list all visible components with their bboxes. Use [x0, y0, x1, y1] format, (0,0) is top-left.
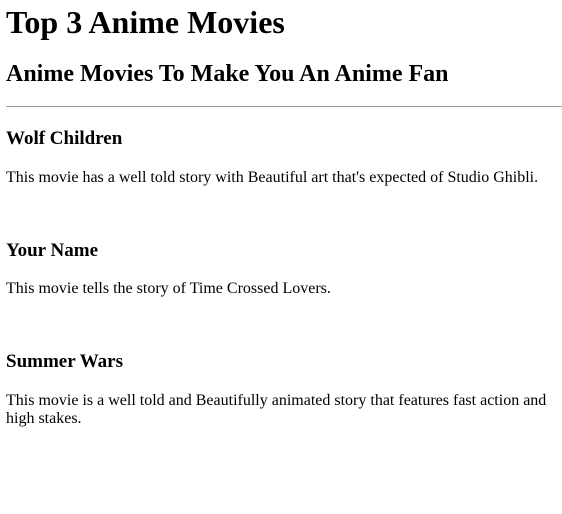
movie-description-your-name: This movie tells the story of Time Cross… [6, 280, 331, 297]
movie-title-your-name: Your Name [6, 240, 99, 261]
page-title: Top 3 Anime Movies [6, 4, 285, 40]
page-subtitle: Anime Movies To Make You An Anime Fan [6, 61, 449, 87]
movie-description-wolf-children: This movie has a well told story with Be… [6, 169, 539, 186]
movie-description-summer-wars: This movie is a well told and Beautifull… [6, 392, 547, 427]
divider [6, 106, 562, 107]
movie-title-summer-wars: Summer Wars [6, 351, 123, 372]
movie-title-wolf-children: Wolf Children [6, 128, 123, 149]
